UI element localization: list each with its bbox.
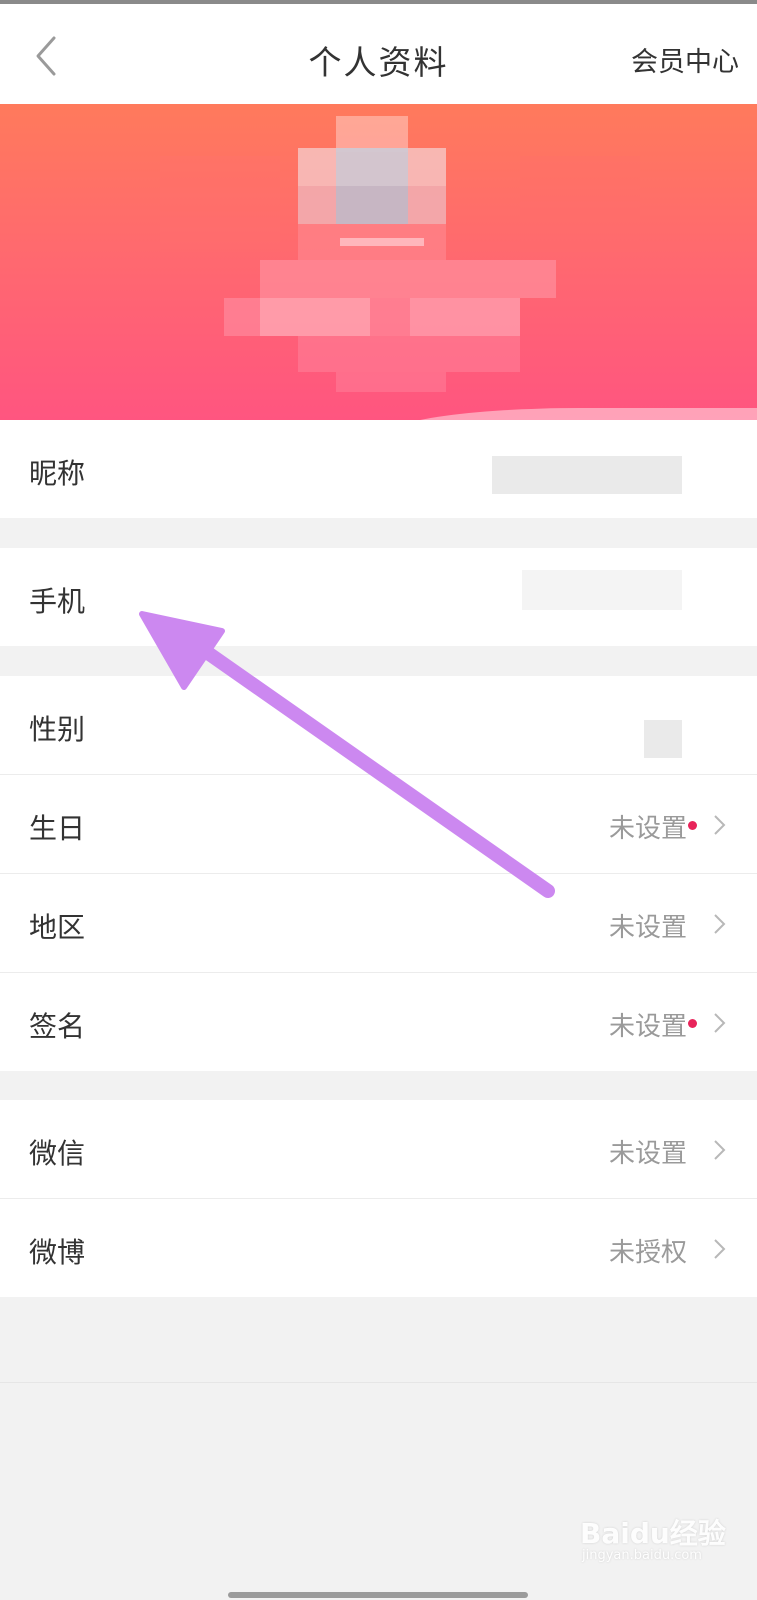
birthday-value: 未设置	[608, 814, 687, 844]
chevron-right-icon	[714, 1239, 726, 1259]
chevron-right-icon	[714, 815, 726, 835]
phone-label: 手机	[29, 585, 86, 618]
home-indicator[interactable]	[228, 1592, 528, 1598]
chevron-right-icon	[714, 914, 726, 934]
signature-label: 签名	[29, 1010, 86, 1043]
phone-value-redacted	[522, 570, 682, 610]
region-value: 未设置	[608, 913, 687, 943]
birthday-notice-dot	[688, 821, 697, 830]
member-center-link[interactable]: 会员中心	[631, 40, 739, 79]
nickname-label: 昵称	[29, 457, 86, 490]
weibo-label: 微博	[29, 1236, 86, 1269]
avatar-mosaic	[0, 104, 757, 420]
gender-row[interactable]: 性别	[0, 676, 757, 775]
signature-value: 未设置	[608, 1012, 687, 1042]
watermark-domain: jingyan.baidu.com	[582, 1548, 702, 1563]
wechat-value: 未设置	[608, 1139, 687, 1169]
birthday-row[interactable]: 生日 未设置	[0, 775, 757, 874]
social-accounts-group: 微信 未设置 微博 未授权	[0, 1100, 757, 1297]
wechat-row[interactable]: 微信 未设置	[0, 1100, 757, 1199]
nickname-group: 昵称	[0, 420, 757, 518]
signature-row[interactable]: 签名 未设置	[0, 973, 757, 1071]
chevron-right-icon	[714, 1013, 726, 1033]
weibo-value: 未授权	[608, 1238, 687, 1268]
chevron-right-icon	[714, 1140, 726, 1160]
gender-label: 性别	[29, 713, 86, 746]
gender-value-redacted	[644, 720, 682, 758]
watermark-brand: Baidu经验	[580, 1517, 726, 1550]
personal-info-group: 性别 生日 未设置 地区 未设置 签名 未设置	[0, 676, 757, 1071]
phone-row[interactable]: 手机	[0, 548, 757, 646]
region-label: 地区	[29, 911, 86, 944]
profile-cover-banner[interactable]	[0, 104, 757, 420]
bottom-divider	[0, 1382, 757, 1383]
weibo-row[interactable]: 微博 未授权	[0, 1199, 757, 1297]
navigation-bar: 个人资料 会员中心	[0, 4, 757, 104]
wechat-label: 微信	[29, 1137, 86, 1170]
phone-group: 手机	[0, 548, 757, 646]
birthday-label: 生日	[29, 812, 86, 845]
nickname-row[interactable]: 昵称	[0, 420, 757, 518]
region-row[interactable]: 地区 未设置	[0, 874, 757, 973]
signature-notice-dot	[688, 1019, 697, 1028]
nickname-value-redacted	[492, 456, 682, 494]
